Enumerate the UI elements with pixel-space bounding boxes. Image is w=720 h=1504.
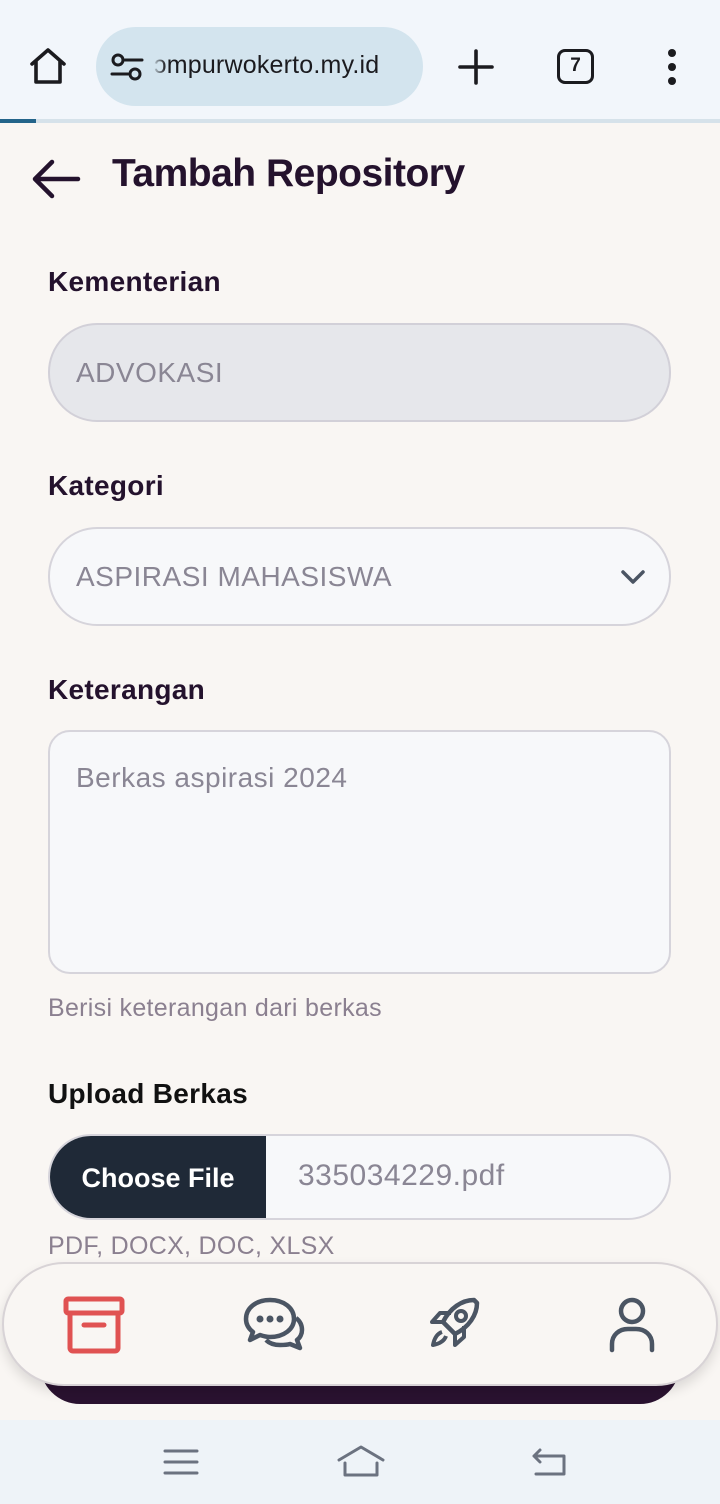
back-arrow-icon[interactable] — [30, 158, 82, 200]
recents-icon[interactable] — [162, 1447, 200, 1477]
choose-file-button[interactable]: Choose File — [50, 1136, 266, 1218]
new-tab-icon[interactable] — [456, 47, 496, 87]
rocket-icon[interactable] — [422, 1294, 486, 1356]
kategori-label: Kategori — [48, 470, 164, 501]
file-input[interactable]: Choose File 335034229.pdf — [48, 1134, 671, 1220]
file-name: 335034229.pdf — [298, 1159, 505, 1192]
url-text[interactable]: ɔmpurwokerto.my.id — [154, 51, 379, 80]
system-back-icon[interactable] — [530, 1446, 568, 1478]
upload-label: Upload Berkas — [48, 1078, 248, 1109]
address-bar[interactable]: ɔmpurwokerto.my.id — [96, 27, 423, 106]
site-settings-icon[interactable] — [110, 51, 144, 83]
more-vert-icon[interactable] — [662, 47, 682, 87]
user-icon[interactable] — [600, 1294, 664, 1356]
kementerian-label: Kementerian — [48, 266, 221, 297]
tab-switcher-button[interactable]: 7 — [557, 49, 594, 84]
system-home-icon[interactable] — [336, 1444, 386, 1478]
archive-icon[interactable] — [62, 1294, 126, 1356]
url-fade — [152, 27, 166, 106]
kementerian-field: ADVOKASI — [48, 323, 671, 422]
home-icon[interactable] — [26, 44, 70, 88]
keterangan-value: Berkas aspirasi 2024 — [76, 762, 348, 793]
chevron-down-icon — [621, 570, 645, 584]
kategori-value: ASPIRASI MAHASISWA — [76, 561, 393, 592]
kementerian-value: ADVOKASI — [76, 357, 224, 388]
keterangan-hint: Berisi keterangan dari berkas — [48, 994, 382, 1022]
keterangan-textarea[interactable]: Berkas aspirasi 2024 — [48, 730, 671, 974]
system-navigation-bar — [0, 1420, 720, 1504]
chat-bubbles-icon[interactable] — [242, 1294, 306, 1356]
keterangan-label: Keterangan — [48, 674, 206, 705]
bottom-navigation — [2, 1262, 718, 1386]
page-title: Tambah Repository — [112, 152, 465, 195]
upload-hint: PDF, DOCX, DOC, XLSX — [48, 1232, 335, 1260]
page-load-progress — [0, 119, 720, 123]
progress-fill — [0, 119, 36, 123]
browser-toolbar: ɔmpurwokerto.my.id 7 — [0, 0, 720, 122]
kategori-select[interactable]: ASPIRASI MAHASISWA — [48, 527, 671, 626]
